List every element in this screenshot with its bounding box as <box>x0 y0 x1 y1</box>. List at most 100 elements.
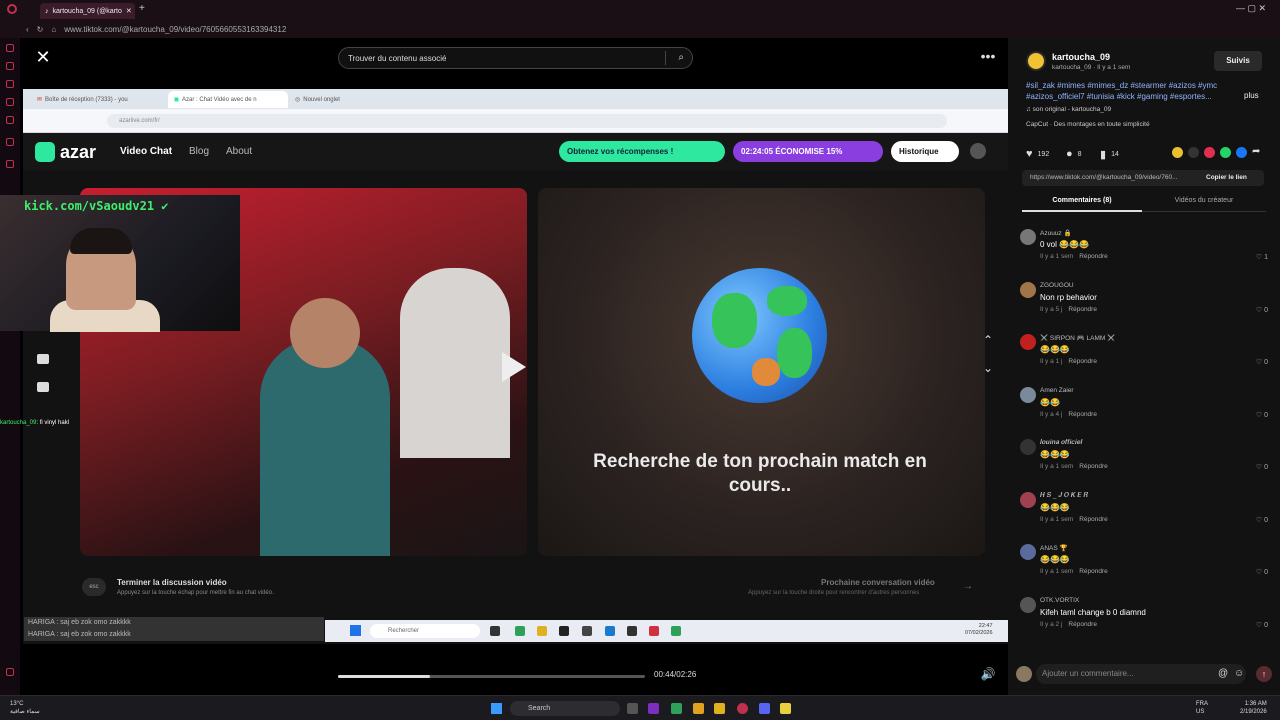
comment-like[interactable]: ♡ 0 <box>1256 516 1268 524</box>
reload-icon[interactable]: ↻ <box>37 25 44 34</box>
avatar[interactable] <box>1020 439 1036 455</box>
heart-icon: ♡ <box>1255 569 1263 576</box>
facebook-icon[interactable] <box>1236 147 1247 158</box>
volume-icon[interactable]: 🔊 <box>978 667 998 685</box>
tab-comments[interactable]: Commentaires (8) <box>1022 192 1142 212</box>
opera-gx-icon[interactable] <box>737 703 748 714</box>
chevron-up-icon[interactable]: ⌃ <box>980 333 996 349</box>
comment-input[interactable]: Ajouter un commentaire... <box>1036 664 1246 684</box>
comment-like[interactable]: ♡ 0 <box>1256 411 1268 419</box>
send-comment-button[interactable]: ↑ <box>1256 666 1272 682</box>
mention-icon[interactable]: @ <box>1218 668 1228 679</box>
share-icon[interactable]: ➦ <box>1252 146 1260 157</box>
play-icon[interactable] <box>502 352 526 382</box>
comment-like[interactable]: ♡ 0 <box>1256 306 1268 314</box>
reply-button[interactable]: Répondre <box>1068 358 1097 365</box>
creator-name[interactable]: kartoucha_09 <box>1052 52 1110 62</box>
taskbar-clock[interactable]: 1:36 AM 2/19/2026 <box>1240 700 1267 716</box>
start-icon[interactable] <box>491 703 502 714</box>
comment-like[interactable]: ♡ 0 <box>1256 621 1268 629</box>
capcut-link[interactable]: CapCut · Des montages en toute simplicit… <box>1026 121 1150 128</box>
comment-author[interactable]: ANAS 🏆 <box>1040 544 1068 552</box>
related-search-input[interactable]: Trouver du contenu associé ⌕ <box>338 47 693 69</box>
likes-stat[interactable]: ♥ 192 <box>1026 148 1049 160</box>
follow-button[interactable]: Suivis <box>1214 51 1262 71</box>
weather-widget[interactable]: 13°C سماء صافية <box>10 700 40 716</box>
comment-author[interactable]: ⚔️ SIRPON 🎮 LAMM ⚔️ <box>1040 334 1115 342</box>
avatar[interactable] <box>1026 51 1046 71</box>
sidebar-icon[interactable] <box>6 138 14 146</box>
reply-button[interactable]: Répondre <box>1079 516 1108 523</box>
url-field[interactable]: www.tiktok.com/@kartoucha_09/video/76056… <box>64 25 286 34</box>
more-button[interactable]: plus <box>1244 91 1259 100</box>
sidebar-icon[interactable] <box>6 98 14 106</box>
reply-button[interactable]: Répondre <box>1068 621 1097 628</box>
share-friends-icon[interactable] <box>1172 147 1183 158</box>
comment-like-count: 0 <box>1264 569 1268 576</box>
window-controls[interactable]: — ▢ ✕ <box>1236 3 1266 14</box>
avatar[interactable] <box>1020 334 1036 350</box>
language-indicator[interactable]: FRA US <box>1196 700 1208 716</box>
comment-author[interactable]: 𝑯 𝑺 _ 𝑱 𝑶 𝑲 𝑬 𝑹 <box>1040 492 1088 500</box>
comment-like[interactable]: ♡ 1 <box>1256 253 1268 261</box>
chevron-down-icon[interactable]: ⌄ <box>980 361 996 377</box>
close-tab-icon[interactable]: ✕ <box>126 7 132 15</box>
taskbar-search[interactable]: Search <box>510 701 620 716</box>
comment-like[interactable]: ♡ 0 <box>1256 463 1268 471</box>
comment-author[interactable]: 𝒍𝒐𝒖𝒊𝒏𝒂 𝒐𝒇𝒇𝒊𝒄𝒊𝒆𝒍 <box>1040 439 1082 447</box>
app-icon[interactable] <box>780 703 791 714</box>
sidebar-icon[interactable] <box>6 44 14 52</box>
chrome-icon[interactable] <box>671 703 682 714</box>
azar-logo: azar <box>35 142 96 162</box>
folder-icon[interactable] <box>714 703 725 714</box>
avatar[interactable] <box>1020 596 1036 613</box>
reply-button[interactable]: Répondre <box>1079 463 1108 470</box>
more-options-icon[interactable]: ••• <box>978 49 998 66</box>
home-icon[interactable]: ⌂ <box>51 25 56 34</box>
comment-like[interactable]: ♡ 0 <box>1256 358 1268 366</box>
comment-author[interactable]: ZGOUGOU <box>1040 282 1074 289</box>
profile-icon <box>970 143 986 159</box>
sidebar-icon[interactable] <box>6 80 14 88</box>
back-icon[interactable]: ‹ <box>26 25 29 34</box>
avatar[interactable] <box>1020 281 1036 298</box>
reply-button[interactable]: Répondre <box>1079 568 1108 575</box>
discord-icon[interactable] <box>759 703 770 714</box>
heart-icon: ♡ <box>1255 464 1263 471</box>
whatsapp-icon[interactable] <box>1220 147 1231 158</box>
new-tab-button[interactable]: + <box>139 3 145 14</box>
browser-logo-icon[interactable] <box>7 4 17 14</box>
saves-stat[interactable]: ▮ 14 <box>1100 148 1119 161</box>
reply-button[interactable]: Répondre <box>1079 253 1108 260</box>
send-icon[interactable] <box>1204 147 1215 158</box>
comment-author[interactable]: Amen Zaier <box>1040 387 1074 394</box>
sidebar-settings-icon[interactable] <box>6 668 14 676</box>
tab-creator-videos[interactable]: Vidéos du créateur <box>1142 192 1266 212</box>
embed-icon[interactable] <box>1188 147 1199 158</box>
folder-icon <box>537 626 547 636</box>
weather-temp: 13°C <box>10 701 24 707</box>
app-icon[interactable] <box>648 703 659 714</box>
emoji-icon[interactable]: ☺ <box>1234 668 1244 679</box>
avatar[interactable] <box>1020 386 1036 403</box>
comment-author[interactable]: OTK.VORTIX <box>1040 597 1079 604</box>
app-icon[interactable] <box>693 703 704 714</box>
reply-button[interactable]: Répondre <box>1068 411 1097 418</box>
comment-like[interactable]: ♡ 0 <box>1256 568 1268 576</box>
reply-button[interactable]: Répondre <box>1068 306 1097 313</box>
browser-tab[interactable]: ♪ kartoucha_09 (@karto ✕ <box>40 3 135 19</box>
comments-stat[interactable]: ● 8 <box>1066 148 1082 160</box>
avatar[interactable] <box>1020 491 1036 508</box>
sidebar-icon[interactable] <box>6 116 14 124</box>
sidebar-icon[interactable] <box>6 62 14 70</box>
search-icon[interactable]: ⌕ <box>678 52 684 63</box>
copy-link-button[interactable]: Copier le lien <box>1206 170 1247 186</box>
avatar[interactable] <box>1020 544 1036 560</box>
taskview-icon[interactable] <box>627 703 638 714</box>
close-icon[interactable]: ✕ <box>34 48 52 66</box>
comment-author[interactable]: Azuuuz 🔒 <box>1040 229 1072 237</box>
avatar[interactable] <box>1020 229 1036 245</box>
sound-link[interactable]: ♫ son original - kartoucha_09 <box>1026 106 1111 113</box>
sidebar-icon[interactable] <box>6 160 14 168</box>
video-hashtags[interactable]: #sil_zak #mimes #mimes_dz #stearmer #azi… <box>1026 80 1244 102</box>
